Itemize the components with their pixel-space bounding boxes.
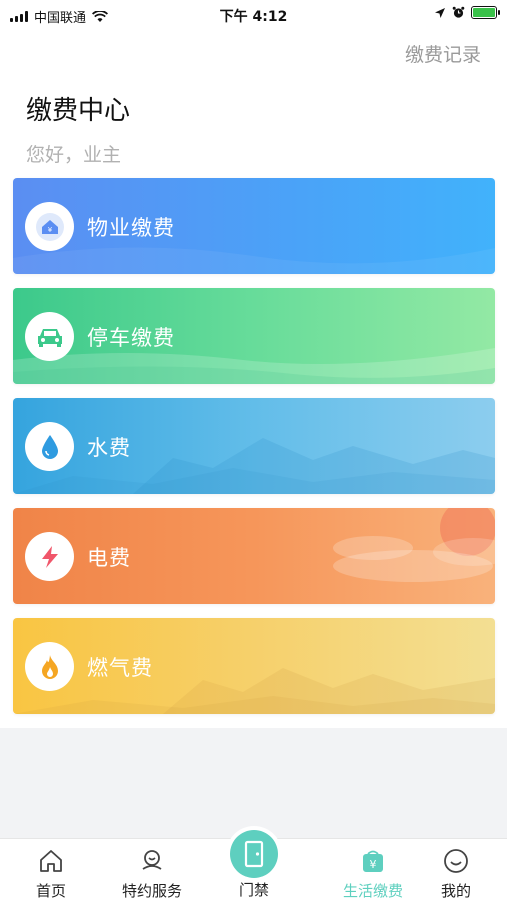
card-decoration	[333, 508, 495, 582]
card-label: 停车缴费	[87, 326, 175, 350]
card-label: 燃气费	[87, 656, 153, 680]
electric-fee-card[interactable]: 电费	[13, 508, 495, 604]
card-row: 电费	[0, 508, 507, 618]
tab-label: 门禁	[238, 881, 269, 899]
header: 缴费记录 缴费中心 您好，业主	[0, 30, 507, 178]
tab-home[interactable]: 首页	[11, 839, 91, 900]
status-time: 下午 4:12	[219, 9, 288, 25]
payment-records-link[interactable]: 缴费记录	[405, 40, 481, 67]
payment-bag-icon: ¥	[363, 850, 383, 872]
card-label: 物业缴费	[87, 216, 175, 240]
status-right	[434, 6, 500, 19]
card-decoration	[13, 348, 495, 384]
water-fee-card[interactable]: 水费	[13, 398, 495, 494]
house-yen-icon: ¥	[25, 202, 74, 251]
car-icon	[25, 312, 74, 361]
tab-door-access[interactable]	[230, 830, 278, 878]
smile-icon	[444, 849, 468, 873]
card-decoration	[13, 668, 495, 714]
door-icon	[244, 840, 264, 868]
home-icon	[40, 850, 62, 872]
greeting-text: 您好，业主	[26, 144, 122, 166]
tab-label: 我的	[440, 882, 471, 900]
service-icon	[142, 850, 162, 870]
water-drop-icon	[25, 422, 74, 471]
lightning-icon	[25, 532, 74, 581]
card-decoration	[13, 438, 495, 494]
card-label: 水费	[87, 436, 131, 460]
property-fee-card[interactable]: ¥ 物业缴费	[13, 178, 495, 274]
page-title: 缴费中心	[26, 96, 131, 126]
card-row: ¥ 物业缴费	[0, 178, 507, 288]
flame-icon	[25, 642, 74, 691]
payment-category-list: ¥ 物业缴费 停车缴费 水费 电费 燃气费	[0, 178, 507, 728]
status-bar: 中国联通 下午 4:12	[0, 0, 507, 30]
card-decoration	[13, 247, 495, 274]
location-arrow-icon	[435, 7, 445, 18]
alarm-icon	[452, 6, 465, 18]
gas-fee-card[interactable]: 燃气费	[13, 618, 495, 714]
battery-icon	[471, 6, 500, 19]
tab-label: 首页	[35, 882, 66, 900]
tab-label: 特约服务	[121, 882, 182, 900]
tab-mine[interactable]: 我的	[416, 839, 496, 900]
card-row: 停车缴费	[0, 288, 507, 398]
tab-label: 生活缴费	[342, 882, 403, 900]
svg-text:¥: ¥	[370, 858, 377, 871]
tab-special-service[interactable]: 特约服务	[112, 839, 192, 900]
svg-text:¥: ¥	[47, 226, 52, 234]
tab-life-payment[interactable]: ¥ 生活缴费	[333, 839, 413, 900]
card-row: 燃气费	[0, 618, 507, 728]
card-label: 电费	[87, 546, 131, 570]
parking-fee-card[interactable]: 停车缴费	[13, 288, 495, 384]
card-row: 水费	[0, 398, 507, 508]
